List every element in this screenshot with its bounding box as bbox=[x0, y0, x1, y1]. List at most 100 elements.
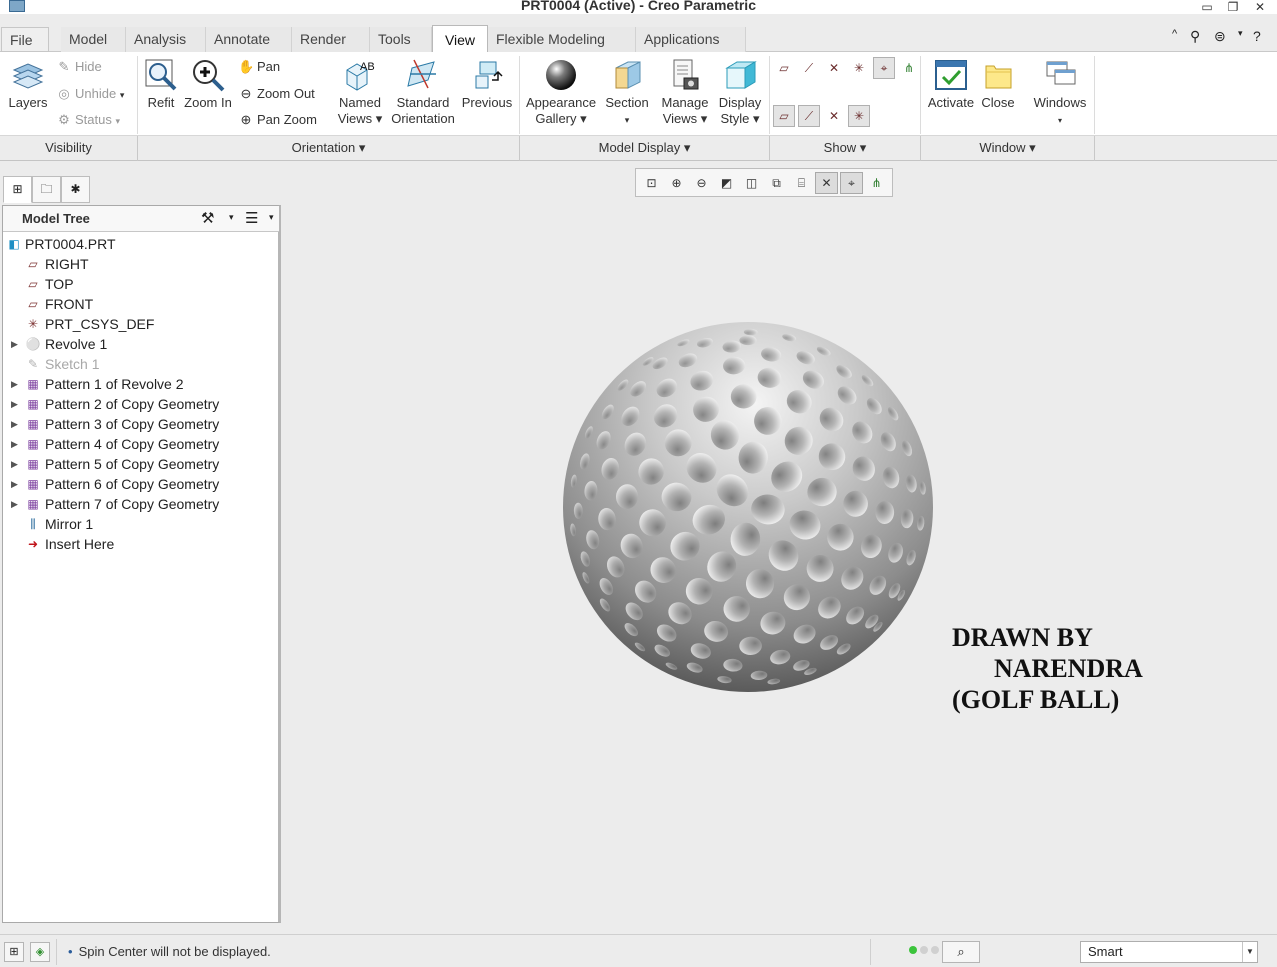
csys-tag-display-icon[interactable]: ✳ bbox=[848, 105, 870, 127]
close-button[interactable]: Close bbox=[978, 58, 1018, 111]
point-display-toggle-icon[interactable]: ✕ bbox=[823, 57, 845, 79]
help-icon[interactable]: ? bbox=[1253, 28, 1261, 44]
tree-item[interactable]: ➜ Insert Here bbox=[3, 534, 279, 554]
expand-arrow-icon[interactable]: ▶ bbox=[11, 334, 18, 354]
tree-show-icon[interactable]: ☰ bbox=[245, 209, 258, 227]
expand-arrow-icon[interactable]: ▶ bbox=[11, 474, 18, 494]
tree-root-item[interactable]: ◧ PRT0004.PRT bbox=[3, 234, 279, 254]
group-label-model-display[interactable]: Model Display ▾ bbox=[520, 136, 770, 161]
view-manager-icon[interactable]: ⌸ bbox=[790, 172, 813, 194]
zoom-in-button[interactable]: Zoom In bbox=[183, 58, 233, 111]
hide-button[interactable]: ✎ Hide bbox=[56, 58, 102, 76]
tab-model[interactable]: Model bbox=[61, 27, 126, 52]
tree-item[interactable]: ▶ ▦ Pattern 2 of Copy Geometry bbox=[3, 394, 279, 414]
refit-icon[interactable]: ⊡ bbox=[640, 172, 663, 194]
tree-item[interactable]: ▶ ▦ Pattern 3 of Copy Geometry bbox=[3, 414, 279, 434]
status-button[interactable]: ⚙ Status ▾ bbox=[56, 111, 120, 129]
expand-arrow-icon[interactable]: ▶ bbox=[11, 374, 18, 394]
tab-view[interactable]: View bbox=[432, 25, 488, 52]
tree-item[interactable]: ▱ RIGHT bbox=[3, 254, 279, 274]
group-label-orientation[interactable]: Orientation ▾ bbox=[138, 136, 520, 161]
favorites-tab-icon[interactable]: ✱ bbox=[61, 176, 90, 203]
point-tag-display-icon[interactable]: ✕ bbox=[823, 105, 845, 127]
appearance-gallery-button[interactable]: Appearance Gallery ▾ bbox=[524, 58, 598, 127]
annotation-display-icon[interactable]: ⋔ bbox=[865, 172, 888, 194]
graphics-window[interactable]: ⊡ ⊕ ⊖ ◩ ◫ ⧉ ⌸ ✕ ⌖ ⋔ DRAWN BY NARENDRA (G… bbox=[284, 162, 1277, 934]
tree-settings-dropdown-icon[interactable]: ▾ bbox=[229, 212, 234, 223]
display-style-icon[interactable]: ◫ bbox=[740, 172, 763, 194]
restore-button[interactable]: ❐ bbox=[1225, 0, 1241, 14]
folder-browser-tab-icon[interactable]: 🗀 bbox=[32, 176, 61, 203]
repaint-icon[interactable]: ◩ bbox=[715, 172, 738, 194]
tab-applications[interactable]: Applications bbox=[636, 27, 746, 52]
tree-item[interactable]: ▶ ▦ Pattern 5 of Copy Geometry bbox=[3, 454, 279, 474]
section-dropdown-icon[interactable]: ▾ bbox=[625, 115, 630, 125]
tree-item[interactable]: ▱ TOP bbox=[3, 274, 279, 294]
previous-view-button[interactable]: Previous bbox=[461, 58, 513, 111]
saved-orientations-icon[interactable]: ⧉ bbox=[765, 172, 788, 194]
chevron-down-icon[interactable]: ▼ bbox=[1242, 942, 1257, 962]
pan-zoom-button[interactable]: ⊕ Pan Zoom bbox=[238, 111, 317, 129]
minimize-ribbon-icon[interactable]: ^ bbox=[1172, 28, 1177, 40]
tree-item[interactable]: ▶ ▦ Pattern 4 of Copy Geometry bbox=[3, 434, 279, 454]
datum-display-filters-icon[interactable]: ✕ bbox=[815, 172, 838, 194]
tree-item[interactable]: ✳ PRT_CSYS_DEF bbox=[3, 314, 279, 334]
tree-item[interactable]: ▶ ▦ Pattern 7 of Copy Geometry bbox=[3, 494, 279, 514]
plane-display-toggle-icon[interactable]: ▱ bbox=[773, 57, 795, 79]
selection-filter-dropdown[interactable]: Smart ▼ bbox=[1080, 941, 1258, 963]
manage-views-button[interactable]: Manage Views ▾ bbox=[657, 58, 713, 127]
tab-analysis[interactable]: Analysis bbox=[126, 27, 206, 52]
zoom-out-button[interactable]: ⊖ Zoom Out bbox=[238, 85, 315, 103]
tree-item[interactable]: ▶ ▦ Pattern 1 of Revolve 2 bbox=[3, 374, 279, 394]
spin-center-toggle-icon[interactable]: ⌖ bbox=[873, 57, 895, 79]
expand-arrow-icon[interactable]: ▶ bbox=[11, 414, 18, 434]
minimize-button[interactable]: ▭ bbox=[1199, 0, 1215, 14]
axis-tag-display-icon[interactable]: ⟋ bbox=[798, 105, 820, 127]
tab-flexible-modeling[interactable]: Flexible Modeling bbox=[488, 27, 636, 52]
golf-ball-model[interactable] bbox=[561, 321, 935, 693]
search-icon[interactable]: ⚲ bbox=[1190, 28, 1200, 45]
group-label-window[interactable]: Window ▾ bbox=[921, 136, 1095, 161]
expand-arrow-icon[interactable]: ▶ bbox=[11, 434, 18, 454]
windows-dropdown-icon[interactable]: ▾ bbox=[1058, 116, 1062, 125]
close-window-button[interactable]: ✕ bbox=[1252, 0, 1268, 14]
section-button[interactable]: Section ▾ bbox=[602, 58, 652, 128]
zoom-out-icon[interactable]: ⊖ bbox=[690, 172, 713, 194]
expand-arrow-icon[interactable]: ▶ bbox=[11, 394, 18, 414]
tree-item[interactable]: ▶ ⚪ Revolve 1 bbox=[3, 334, 279, 354]
show-navigator-icon[interactable]: ⊞ bbox=[4, 942, 24, 962]
tab-render[interactable]: Render bbox=[292, 27, 370, 52]
annotation-display-toggle-icon[interactable]: ⋔ bbox=[898, 57, 920, 79]
tab-annotate[interactable]: Annotate bbox=[206, 27, 292, 52]
group-label-show[interactable]: Show ▾ bbox=[770, 136, 921, 161]
unhide-dropdown-icon[interactable]: ▾ bbox=[120, 90, 125, 100]
layers-button[interactable]: Layers bbox=[4, 60, 52, 111]
show-browser-icon[interactable]: ◈ bbox=[30, 942, 50, 962]
named-views-button[interactable]: AB Named Views ▾ bbox=[332, 58, 388, 127]
spin-center-icon[interactable]: ⌖ bbox=[840, 172, 863, 194]
tree-item[interactable]: ⫼ Mirror 1 bbox=[3, 514, 279, 534]
status-dropdown-icon[interactable]: ▾ bbox=[115, 116, 120, 126]
community-icon[interactable]: ⊜ bbox=[1214, 28, 1226, 45]
expand-arrow-icon[interactable]: ▶ bbox=[11, 494, 18, 514]
windows-button[interactable]: Windows ▾ bbox=[1030, 58, 1090, 129]
refit-button[interactable]: Refit bbox=[143, 58, 179, 111]
plane-tag-display-icon[interactable]: ▱ bbox=[773, 105, 795, 127]
pan-button[interactable]: ✋ Pan bbox=[238, 58, 280, 76]
unhide-button[interactable]: ◎ Unhide ▾ bbox=[56, 85, 124, 103]
file-menu[interactable]: File ▾ bbox=[1, 27, 49, 72]
zoom-in-icon[interactable]: ⊕ bbox=[665, 172, 688, 194]
csys-display-toggle-icon[interactable]: ✳ bbox=[848, 57, 870, 79]
tree-item[interactable]: ✎ Sketch 1 bbox=[3, 354, 279, 374]
model-tree-tab-icon[interactable]: ⊞ bbox=[3, 176, 32, 203]
expand-arrow-icon[interactable]: ▶ bbox=[11, 454, 18, 474]
tree-show-dropdown-icon[interactable]: ▾ bbox=[269, 212, 274, 223]
activate-button[interactable]: Activate bbox=[926, 58, 976, 111]
axis-display-toggle-icon[interactable]: ⟋ bbox=[798, 57, 820, 79]
standard-orientation-button[interactable]: Standard Orientation bbox=[390, 58, 456, 127]
community-dropdown-icon[interactable]: ▾ bbox=[1238, 28, 1243, 39]
find-binoculars-icon[interactable]: ⌕ bbox=[942, 941, 980, 963]
display-style-button[interactable]: Display Style ▾ bbox=[715, 58, 765, 127]
tab-tools[interactable]: Tools bbox=[370, 27, 432, 52]
tree-item[interactable]: ▱ FRONT bbox=[3, 294, 279, 314]
